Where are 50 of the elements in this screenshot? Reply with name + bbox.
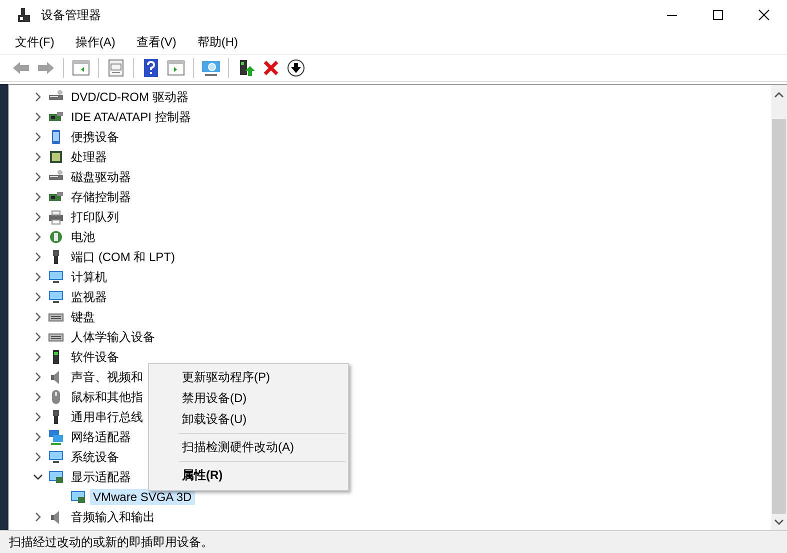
battery-icon — [48, 229, 64, 245]
properties-icon[interactable] — [106, 58, 126, 78]
tree-item[interactable]: 端口 (COM 和 LPT) — [68, 248, 178, 266]
tree-item[interactable]: 磁盘驱动器 — [68, 168, 134, 186]
scroll-up-icon[interactable] — [774, 91, 784, 99]
scrollbar[interactable] — [771, 85, 787, 530]
tree-item[interactable]: 存储控制器 — [68, 188, 134, 206]
menu-bar-item[interactable]: 文件(F) — [12, 32, 58, 52]
menu-item[interactable]: 禁用设备(D) — [149, 388, 348, 409]
monitor-search-icon[interactable] — [201, 58, 221, 78]
tree-item[interactable]: IDE ATA/ATAPI 控制器 — [68, 108, 194, 126]
tree-item[interactable]: 打印队列 — [68, 208, 122, 226]
tree-item[interactable]: 网络适配器 — [68, 428, 134, 446]
menu-bar-item[interactable]: 帮助(H) — [194, 32, 241, 52]
monitor-icon — [48, 449, 64, 465]
tree-item[interactable]: 系统设备 — [68, 448, 122, 466]
tree-item[interactable]: 声音、视频和 — [68, 368, 146, 386]
app-icon — [16, 7, 32, 23]
scroll-down-icon[interactable] — [774, 518, 784, 526]
tree-item[interactable]: 键盘 — [68, 308, 98, 326]
tree-item[interactable]: 显示适配器 — [68, 468, 134, 486]
monitor-icon — [70, 489, 86, 505]
menu-bar-item[interactable]: 操作(A) — [72, 32, 118, 52]
tree-item[interactable]: 监视器 — [68, 288, 110, 306]
window-title: 设备管理器 — [41, 6, 101, 24]
status-text: 扫描经过改动的或新的即插即用设备。 — [9, 534, 213, 550]
tree-item[interactable]: 计算机 — [68, 268, 110, 286]
delete-x-icon[interactable] — [261, 58, 281, 78]
tree-item[interactable]: 处理器 — [68, 148, 110, 166]
tree-item[interactable]: 鼠标和其他指 — [68, 388, 146, 406]
tree-item[interactable]: VMware SVGA 3D — [90, 489, 195, 505]
menu-bar-item[interactable]: 查看(V) — [133, 32, 180, 52]
printer-icon — [48, 209, 64, 225]
console-tree-icon[interactable] — [71, 58, 91, 78]
chip-icon — [48, 149, 64, 165]
network-icon — [48, 429, 64, 445]
monitor-icon — [48, 289, 64, 305]
tree-item[interactable]: 音频输入和输出 — [68, 508, 158, 526]
menu-item[interactable]: 更新驱动程序(P) — [149, 367, 348, 388]
action-pane-icon[interactable] — [166, 58, 186, 78]
tree-item[interactable]: DVD/CD-ROM 驱动器 — [68, 88, 192, 106]
tree-item[interactable]: 人体学输入设备 — [68, 328, 158, 346]
tree-item[interactable]: 电池 — [68, 228, 98, 246]
menu-item[interactable]: 卸载设备(U) — [149, 409, 348, 430]
help-icon[interactable] — [141, 58, 161, 78]
tree-item[interactable]: 便携设备 — [68, 128, 122, 146]
tree-item[interactable]: 软件设备 — [68, 348, 122, 366]
monitor-icon — [48, 269, 64, 285]
monitor-icon — [48, 469, 64, 485]
tree-item[interactable]: 通用串行总线 — [68, 408, 146, 426]
